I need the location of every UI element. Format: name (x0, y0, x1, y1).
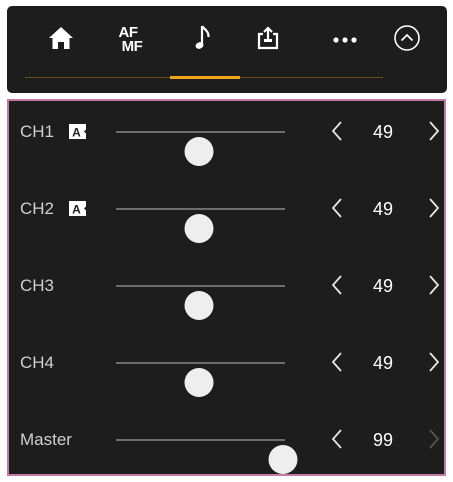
channel-row-ch1: CH1 A 49 (9, 111, 444, 166)
channel-label: Master (20, 430, 72, 449)
level-slider[interactable] (116, 208, 285, 243)
chevron-up-circle-icon (393, 24, 421, 57)
channel-row-ch4: CH4 49 (9, 342, 444, 397)
collapse-button[interactable] (387, 20, 427, 60)
channel-row-ch2: CH2 A 49 (9, 188, 444, 243)
top-tab-bar: AF MF (7, 6, 447, 93)
level-slider[interactable] (116, 131, 285, 166)
increase-button[interactable] (424, 426, 444, 452)
audio-level-panel: CH1 A 49 CH2 A 49 CH3 49 CH4 49 Master 9… (7, 99, 446, 476)
share-icon (255, 25, 281, 56)
level-value: 99 (372, 430, 394, 450)
decrease-button[interactable] (327, 272, 347, 298)
more-icon (332, 31, 358, 49)
level-slider[interactable] (116, 285, 285, 320)
decrease-button[interactable] (327, 195, 347, 221)
channel-label: CH2 (20, 199, 55, 218)
decrease-button[interactable] (327, 349, 347, 375)
increase-button[interactable] (424, 272, 444, 298)
slider-knob[interactable] (268, 445, 298, 474)
auto-level-icon: A (69, 201, 86, 217)
af-mf-icon: AF MF (118, 24, 143, 55)
channel-label: CH4 (20, 353, 55, 372)
channel-label: CH1 (20, 122, 55, 141)
tab-more[interactable] (325, 20, 365, 60)
channel-row-ch3: CH3 49 (9, 265, 444, 320)
level-slider[interactable] (116, 439, 298, 474)
level-value: 49 (372, 276, 394, 296)
music-note-icon (195, 23, 215, 58)
tab-home[interactable] (41, 20, 81, 60)
slider-knob[interactable] (184, 137, 214, 166)
svg-text:A: A (72, 126, 81, 140)
level-value: 49 (372, 122, 394, 142)
slider-knob[interactable] (184, 368, 214, 397)
slider-knob[interactable] (184, 214, 214, 243)
level-slider[interactable] (116, 362, 285, 397)
decrease-button[interactable] (327, 118, 347, 144)
level-value: 49 (372, 353, 394, 373)
svg-text:A: A (72, 203, 81, 217)
level-value: 49 (372, 199, 394, 219)
increase-button[interactable] (424, 195, 444, 221)
tab-share[interactable] (248, 20, 288, 60)
auto-level-icon: A (69, 124, 86, 140)
channel-row-master: Master 99 (9, 419, 444, 474)
tab-audio[interactable] (185, 20, 225, 60)
active-tab-indicator (170, 76, 240, 79)
decrease-button[interactable] (327, 426, 347, 452)
tab-af-mf[interactable]: AF MF (106, 20, 150, 60)
channel-label: CH3 (20, 276, 55, 295)
home-icon (48, 26, 74, 55)
increase-button[interactable] (424, 118, 444, 144)
increase-button[interactable] (424, 349, 444, 375)
slider-knob[interactable] (184, 291, 214, 320)
